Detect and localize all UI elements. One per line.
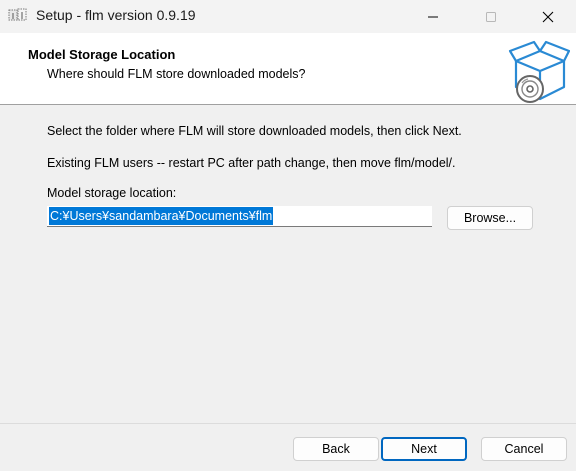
storage-path-value: C:¥Users¥sandambara¥Documents¥flm	[49, 207, 274, 225]
field-label: Model storage location:	[47, 186, 177, 200]
close-button[interactable]	[519, 0, 576, 33]
back-button[interactable]: Back	[293, 437, 379, 461]
next-button[interactable]: Next	[381, 437, 467, 461]
close-icon	[542, 11, 554, 22]
maximize-icon	[486, 11, 496, 22]
window-title: Setup - flm version 0.9.19	[36, 7, 196, 23]
title-bar: Setup - flm version 0.9.19	[0, 0, 576, 33]
storage-path-input[interactable]: C:¥Users¥sandambara¥Documents¥flm	[47, 206, 432, 227]
browse-button[interactable]: Browse...	[447, 206, 533, 230]
page-subtitle: Where should FLM store downloaded models…	[47, 67, 306, 81]
minimize-button[interactable]	[404, 0, 462, 33]
maximize-button[interactable]	[462, 0, 520, 33]
wizard-header: Model Storage Location Where should FLM …	[0, 33, 576, 105]
setup-window: Setup - flm version 0.9.19 Model Storage…	[0, 0, 576, 471]
page-title: Model Storage Location	[28, 47, 176, 62]
minimize-icon	[428, 16, 438, 17]
install-box-icon	[508, 39, 571, 103]
cancel-button[interactable]: Cancel	[481, 437, 567, 461]
note-text: Existing FLM users -- restart PC after p…	[47, 156, 456, 170]
footer-divider	[0, 423, 576, 424]
instruction-text: Select the folder where FLM will store d…	[47, 124, 462, 138]
installer-app-icon	[8, 7, 28, 25]
